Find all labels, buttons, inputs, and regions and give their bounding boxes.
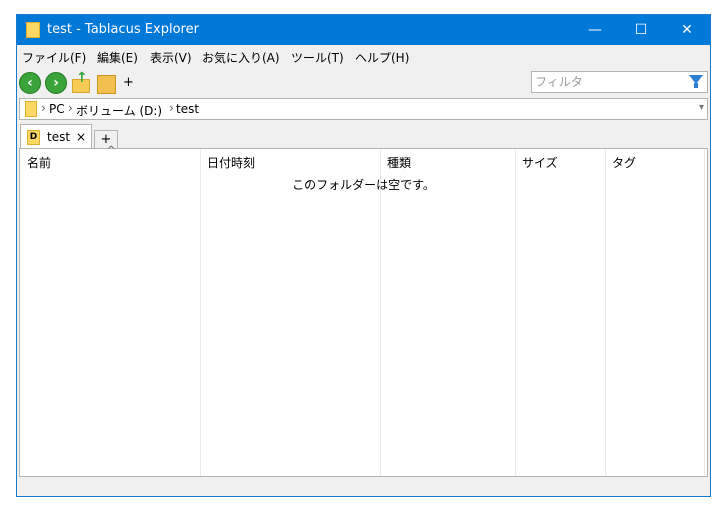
breadcrumb-separator: › [169, 101, 174, 115]
breadcrumb-separator: › [41, 101, 46, 115]
column-divider[interactable] [704, 149, 705, 476]
empty-folder-message: このフォルダーは空です。 [292, 178, 435, 192]
breadcrumb-test[interactable]: test [176, 102, 199, 116]
title-bar[interactable]: test - Tablacus Explorer — ☐ ✕ [17, 15, 710, 45]
app-folder-icon [26, 22, 40, 38]
menu-bar: ファイル(F) 編集(E) 表示(V) お気に入り(A) ツール(T) ヘルプ(… [17, 45, 710, 69]
toolbar: ‹ › ↑ + [17, 69, 710, 97]
column-divider[interactable] [605, 149, 606, 476]
tab-close-icon[interactable]: × [76, 130, 86, 144]
menu-edit[interactable]: 編集(E) [97, 49, 138, 66]
column-header-name[interactable]: 名前 [27, 154, 51, 171]
menu-view[interactable]: 表示(V) [150, 49, 192, 66]
window-title: test - Tablacus Explorer [47, 22, 199, 37]
status-bar [17, 477, 710, 496]
up-folder-icon[interactable]: ↑ [72, 70, 92, 94]
folder-icon[interactable] [97, 72, 117, 94]
minimize-button[interactable]: — [572, 15, 618, 45]
filter-box [531, 71, 708, 93]
menu-file[interactable]: ファイル(F) [22, 49, 86, 66]
tab-drive-icon: D [27, 130, 40, 145]
address-folder-icon [25, 101, 37, 117]
menu-tools[interactable]: ツール(T) [291, 49, 344, 66]
close-button[interactable]: ✕ [664, 15, 710, 45]
menu-favorites[interactable]: お気に入り(A) [202, 49, 280, 66]
column-divider[interactable] [515, 149, 516, 476]
sort-indicator-icon: ^ [107, 145, 116, 156]
column-divider[interactable] [200, 149, 201, 476]
column-divider[interactable] [380, 149, 381, 476]
tab-row: D test × + [17, 122, 710, 150]
column-header-date[interactable]: 日付時刻 [207, 154, 255, 171]
column-header-type[interactable]: 種類 [387, 154, 411, 171]
add-toolbar-button[interactable]: + [123, 75, 134, 90]
back-arrow-icon[interactable]: ‹ [19, 72, 41, 94]
breadcrumb-volume[interactable]: ボリューム (D:) [76, 102, 162, 119]
column-header-tags[interactable]: タグ [612, 154, 636, 171]
breadcrumb-pc[interactable]: PC [49, 102, 65, 116]
menu-help[interactable]: ヘルプ(H) [355, 49, 409, 66]
column-header-size[interactable]: サイズ [522, 154, 558, 171]
address-dropdown-icon[interactable]: ▾ [699, 102, 704, 113]
address-bar[interactable]: › PC › ボリューム (D:) › test ▾ [19, 98, 708, 120]
tab-label: test [47, 130, 71, 144]
explorer-window: test - Tablacus Explorer — ☐ ✕ ファイル(F) 編… [16, 14, 711, 497]
filter-input[interactable] [532, 72, 685, 92]
file-list[interactable]: ^ 名前 日付時刻 種類 サイズ タグ このフォルダーは空です。 [19, 145, 708, 477]
maximize-button[interactable]: ☐ [618, 15, 664, 45]
tab-test[interactable]: D test × [20, 124, 92, 150]
forward-arrow-icon[interactable]: › [45, 72, 67, 94]
breadcrumb-separator: › [68, 101, 73, 115]
